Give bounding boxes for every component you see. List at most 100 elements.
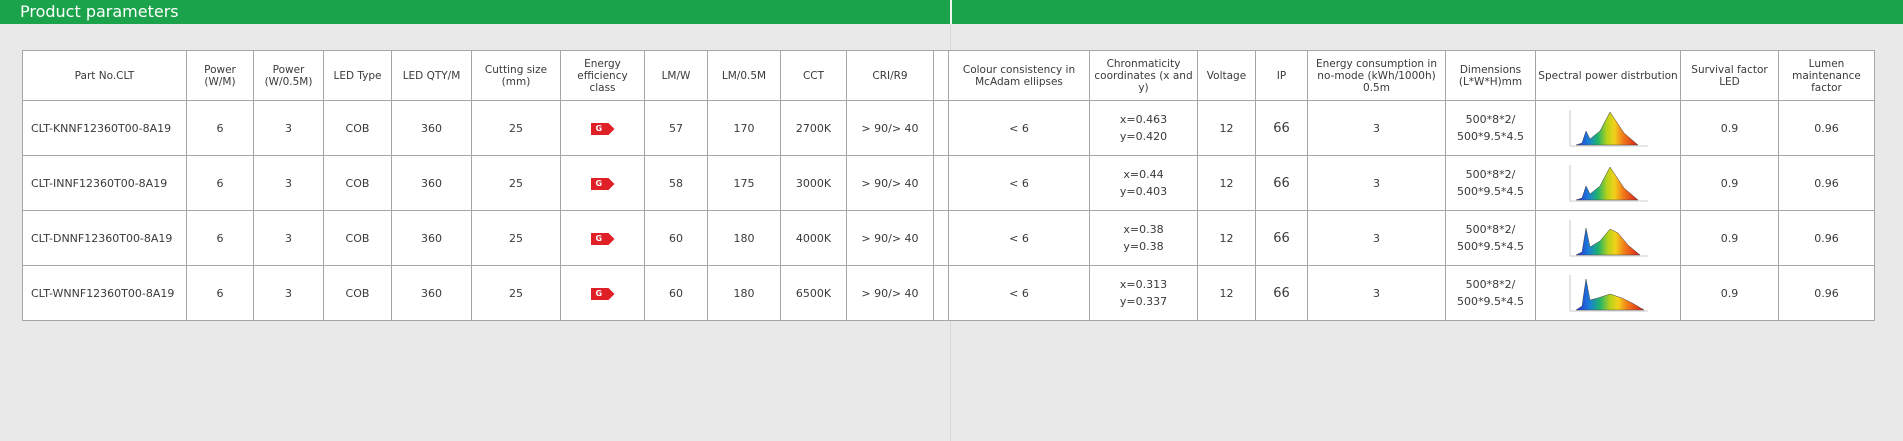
page-gap-cell: [933, 50, 949, 101]
column-header: LM/0.5M: [707, 50, 781, 101]
chromaticity-x: x=0.44: [1123, 168, 1164, 181]
survival-factor-cell: 0.9: [1680, 155, 1779, 211]
voltage-cell: 12: [1197, 210, 1256, 266]
energy-class-cell: G: [560, 155, 645, 211]
spectrum-neutral-icon: [1569, 220, 1648, 257]
page-gap-cell: [933, 100, 949, 156]
lm-per-w-cell: 60: [644, 210, 708, 266]
chromaticity-cell: x=0.44 y=0.403: [1089, 155, 1198, 211]
power-w05m-cell: 3: [253, 155, 324, 211]
dimensions-line-2: 500*9.5*4.5: [1457, 185, 1524, 198]
survival-factor-cell: 0.9: [1680, 210, 1779, 266]
dimensions-line-1: 500*8*2/: [1465, 223, 1516, 236]
product-parameters-table: Part No.CLT Power (W/M) Power (W/0.5M) L…: [22, 50, 1875, 321]
spectral-cell: [1535, 100, 1681, 156]
column-header: Dimensions (L*W*H)mm: [1445, 50, 1536, 101]
led-type-cell: COB: [323, 265, 392, 321]
cutting-size-cell: 25: [471, 210, 561, 266]
column-header: CRI/R9: [846, 50, 934, 101]
power-wm-cell: 6: [186, 265, 254, 321]
cri-cell: > 90/> 40: [846, 265, 934, 321]
dimensions-cell: 500*8*2/ 500*9.5*4.5: [1445, 155, 1536, 211]
lm-per-w-cell: 60: [644, 265, 708, 321]
chromaticity-cell: x=0.313 y=0.337: [1089, 265, 1198, 321]
dimensions-line-2: 500*9.5*4.5: [1457, 130, 1524, 143]
chromaticity-y: y=0.38: [1123, 240, 1164, 253]
chromaticity-y: y=0.337: [1119, 295, 1168, 308]
chromaticity-x: x=0.38: [1123, 223, 1164, 236]
voltage-cell: 12: [1197, 155, 1256, 211]
chromaticity-cell: x=0.463 y=0.420: [1089, 100, 1198, 156]
table-header-row: Part No.CLT Power (W/M) Power (W/0.5M) L…: [22, 50, 1875, 101]
mcadam-cell: < 6: [948, 155, 1090, 211]
chromaticity-x: x=0.313: [1119, 278, 1168, 291]
power-w05m-cell: 3: [253, 265, 324, 321]
table-row: CLT-WNNF12360T00-8A19 6 3 COB 360 25 G 6…: [22, 265, 1875, 321]
table-row: CLT-DNNF12360T00-8A19 6 3 COB 360 25 G 6…: [22, 210, 1875, 266]
ip-cell: 66: [1255, 155, 1308, 211]
column-header: Cutting size (mm): [471, 50, 561, 101]
lumen-maintenance-cell: 0.96: [1778, 155, 1875, 211]
column-header: Energy efficiency class: [560, 50, 645, 101]
energy-nomode-cell: 3: [1307, 265, 1446, 321]
cri-cell: > 90/> 40: [846, 210, 934, 266]
column-header: LM/W: [644, 50, 708, 101]
energy-nomode-cell: 3: [1307, 155, 1446, 211]
column-header: Part No.CLT: [22, 50, 187, 101]
power-wm-cell: 6: [186, 155, 254, 211]
lm-per-w-cell: 57: [644, 100, 708, 156]
led-qty-cell: 360: [391, 265, 472, 321]
column-header: Voltage: [1197, 50, 1256, 101]
part-number-cell: CLT-WNNF12360T00-8A19: [22, 265, 187, 321]
page-gap-cell: [933, 265, 949, 321]
column-header: CCT: [780, 50, 847, 101]
energy-nomode-cell: 3: [1307, 210, 1446, 266]
cct-cell: 2700K: [780, 100, 847, 156]
ip-cell: 66: [1255, 100, 1308, 156]
column-header: IP: [1255, 50, 1308, 101]
part-number-cell: CLT-INNF12360T00-8A19: [22, 155, 187, 211]
cri-cell: > 90/> 40: [846, 155, 934, 211]
power-wm-cell: 6: [186, 100, 254, 156]
cutting-size-cell: 25: [471, 155, 561, 211]
mcadam-cell: < 6: [948, 265, 1090, 321]
column-header: Lumen maintenance factor: [1778, 50, 1875, 101]
lm-per-05m-cell: 180: [707, 265, 781, 321]
chromaticity-cell: x=0.38 y=0.38: [1089, 210, 1198, 266]
dimensions-line-1: 500*8*2/: [1465, 278, 1516, 291]
lm-per-w-cell: 58: [644, 155, 708, 211]
power-w05m-cell: 3: [253, 100, 324, 156]
cutting-size-cell: 25: [471, 100, 561, 156]
energy-nomode-cell: 3: [1307, 100, 1446, 156]
cct-cell: 4000K: [780, 210, 847, 266]
cutting-size-cell: 25: [471, 265, 561, 321]
column-header: LED QTY/M: [391, 50, 472, 101]
chromaticity-y: y=0.420: [1119, 130, 1168, 143]
page-gap-cell: [933, 210, 949, 266]
dimensions-cell: 500*8*2/ 500*9.5*4.5: [1445, 100, 1536, 156]
spectral-cell: [1535, 155, 1681, 211]
column-header: Energy consumption in no-mode (kWh/1000h…: [1307, 50, 1446, 101]
chromaticity-x: x=0.463: [1119, 113, 1168, 126]
led-qty-cell: 360: [391, 210, 472, 266]
spectrum-cool-icon: [1569, 275, 1648, 312]
column-header: Survival factor LED: [1680, 50, 1779, 101]
mcadam-cell: < 6: [948, 100, 1090, 156]
product-parameters-table-wrap: Part No.CLT Power (W/M) Power (W/0.5M) L…: [22, 50, 1875, 321]
energy-class-badge: G: [590, 233, 615, 245]
dimensions-line-2: 500*9.5*4.5: [1457, 240, 1524, 253]
cri-cell: > 90/> 40: [846, 100, 934, 156]
table-row: CLT-INNF12360T00-8A19 6 3 COB 360 25 G 5…: [22, 155, 1875, 211]
voltage-cell: 12: [1197, 100, 1256, 156]
column-header: Colour consistency in McAdam ellipses: [948, 50, 1090, 101]
chromaticity-y: y=0.403: [1119, 185, 1168, 198]
lm-per-05m-cell: 170: [707, 100, 781, 156]
power-w05m-cell: 3: [253, 210, 324, 266]
led-type-cell: COB: [323, 210, 392, 266]
part-number-cell: CLT-DNNF12360T00-8A19: [22, 210, 187, 266]
lumen-maintenance-cell: 0.96: [1778, 265, 1875, 321]
energy-class-cell: G: [560, 100, 645, 156]
cct-cell: 3000K: [780, 155, 847, 211]
lumen-maintenance-cell: 0.96: [1778, 100, 1875, 156]
column-header: LED Type: [323, 50, 392, 101]
